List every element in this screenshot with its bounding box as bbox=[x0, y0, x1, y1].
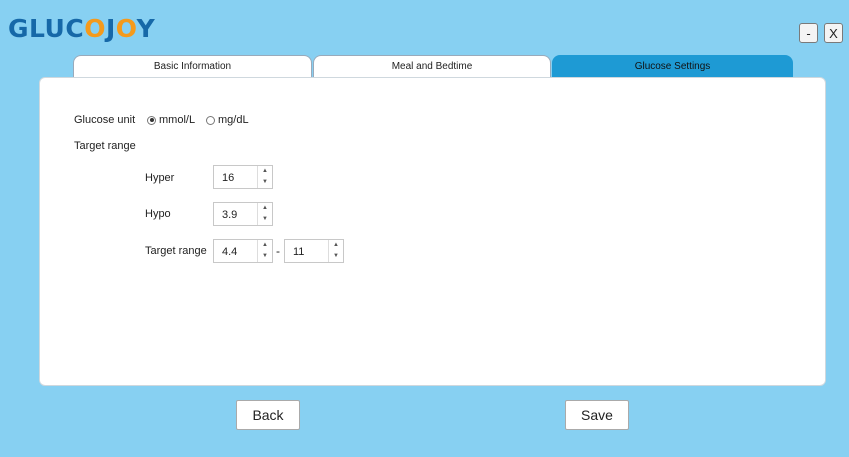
target-high-down-icon[interactable]: ▼ bbox=[329, 251, 343, 262]
hyper-down-icon[interactable]: ▼ bbox=[258, 177, 272, 188]
tab-glucose-settings[interactable]: Glucose Settings bbox=[552, 55, 793, 78]
radio-mmol[interactable]: mmol/L bbox=[147, 114, 195, 126]
target-low-stepper[interactable]: 4.4 ▲ ▼ bbox=[213, 239, 273, 263]
logo-text-1: GLUC bbox=[8, 14, 85, 43]
close-button[interactable]: X bbox=[824, 23, 843, 43]
hypo-up-icon[interactable]: ▲ bbox=[258, 203, 272, 214]
app-logo: GLUCOJOY bbox=[8, 14, 155, 43]
hypo-label: Hypo bbox=[145, 208, 171, 220]
logo-text-2: O bbox=[84, 14, 106, 43]
hyper-label: Hyper bbox=[145, 172, 175, 184]
radio-mgdl-label: mg/dL bbox=[218, 114, 249, 126]
target-range-label: Target range bbox=[145, 245, 207, 257]
radio-unselected-icon bbox=[206, 115, 215, 125]
tab-meal-and-bedtime[interactable]: Meal and Bedtime bbox=[313, 55, 551, 78]
glucose-unit-label: Glucose unit bbox=[74, 114, 136, 126]
target-high-stepper[interactable]: 11 ▲ ▼ bbox=[284, 239, 344, 263]
settings-panel: Glucose unit mmol/L mg/dL Target range H… bbox=[39, 77, 826, 386]
back-button[interactable]: Back bbox=[236, 400, 300, 430]
hyper-up-icon[interactable]: ▲ bbox=[258, 166, 272, 177]
target-high-up-icon[interactable]: ▲ bbox=[329, 240, 343, 251]
hypo-down-icon[interactable]: ▼ bbox=[258, 214, 272, 225]
hypo-stepper[interactable]: 3.9 ▲ ▼ bbox=[213, 202, 273, 226]
radio-mgdl[interactable]: mg/dL bbox=[206, 114, 249, 126]
hypo-value: 3.9 bbox=[222, 209, 238, 221]
radio-mmol-label: mmol/L bbox=[159, 114, 196, 126]
target-range-heading: Target range bbox=[74, 140, 136, 152]
logo-text-5: Y bbox=[136, 14, 156, 43]
hyper-value: 16 bbox=[222, 172, 235, 184]
logo-text-3: J bbox=[105, 14, 116, 43]
minimize-button[interactable]: - bbox=[799, 23, 818, 43]
target-low-value: 4.4 bbox=[222, 246, 238, 258]
target-high-value: 11 bbox=[293, 246, 305, 258]
range-separator: - bbox=[276, 244, 280, 258]
target-low-up-icon[interactable]: ▲ bbox=[258, 240, 272, 251]
logo-text-4: O bbox=[115, 14, 137, 43]
save-button[interactable]: Save bbox=[565, 400, 629, 430]
target-low-down-icon[interactable]: ▼ bbox=[258, 251, 272, 262]
tab-basic-information[interactable]: Basic Information bbox=[73, 55, 312, 78]
radio-selected-icon bbox=[147, 115, 156, 125]
hyper-stepper[interactable]: 16 ▲ ▼ bbox=[213, 165, 273, 189]
